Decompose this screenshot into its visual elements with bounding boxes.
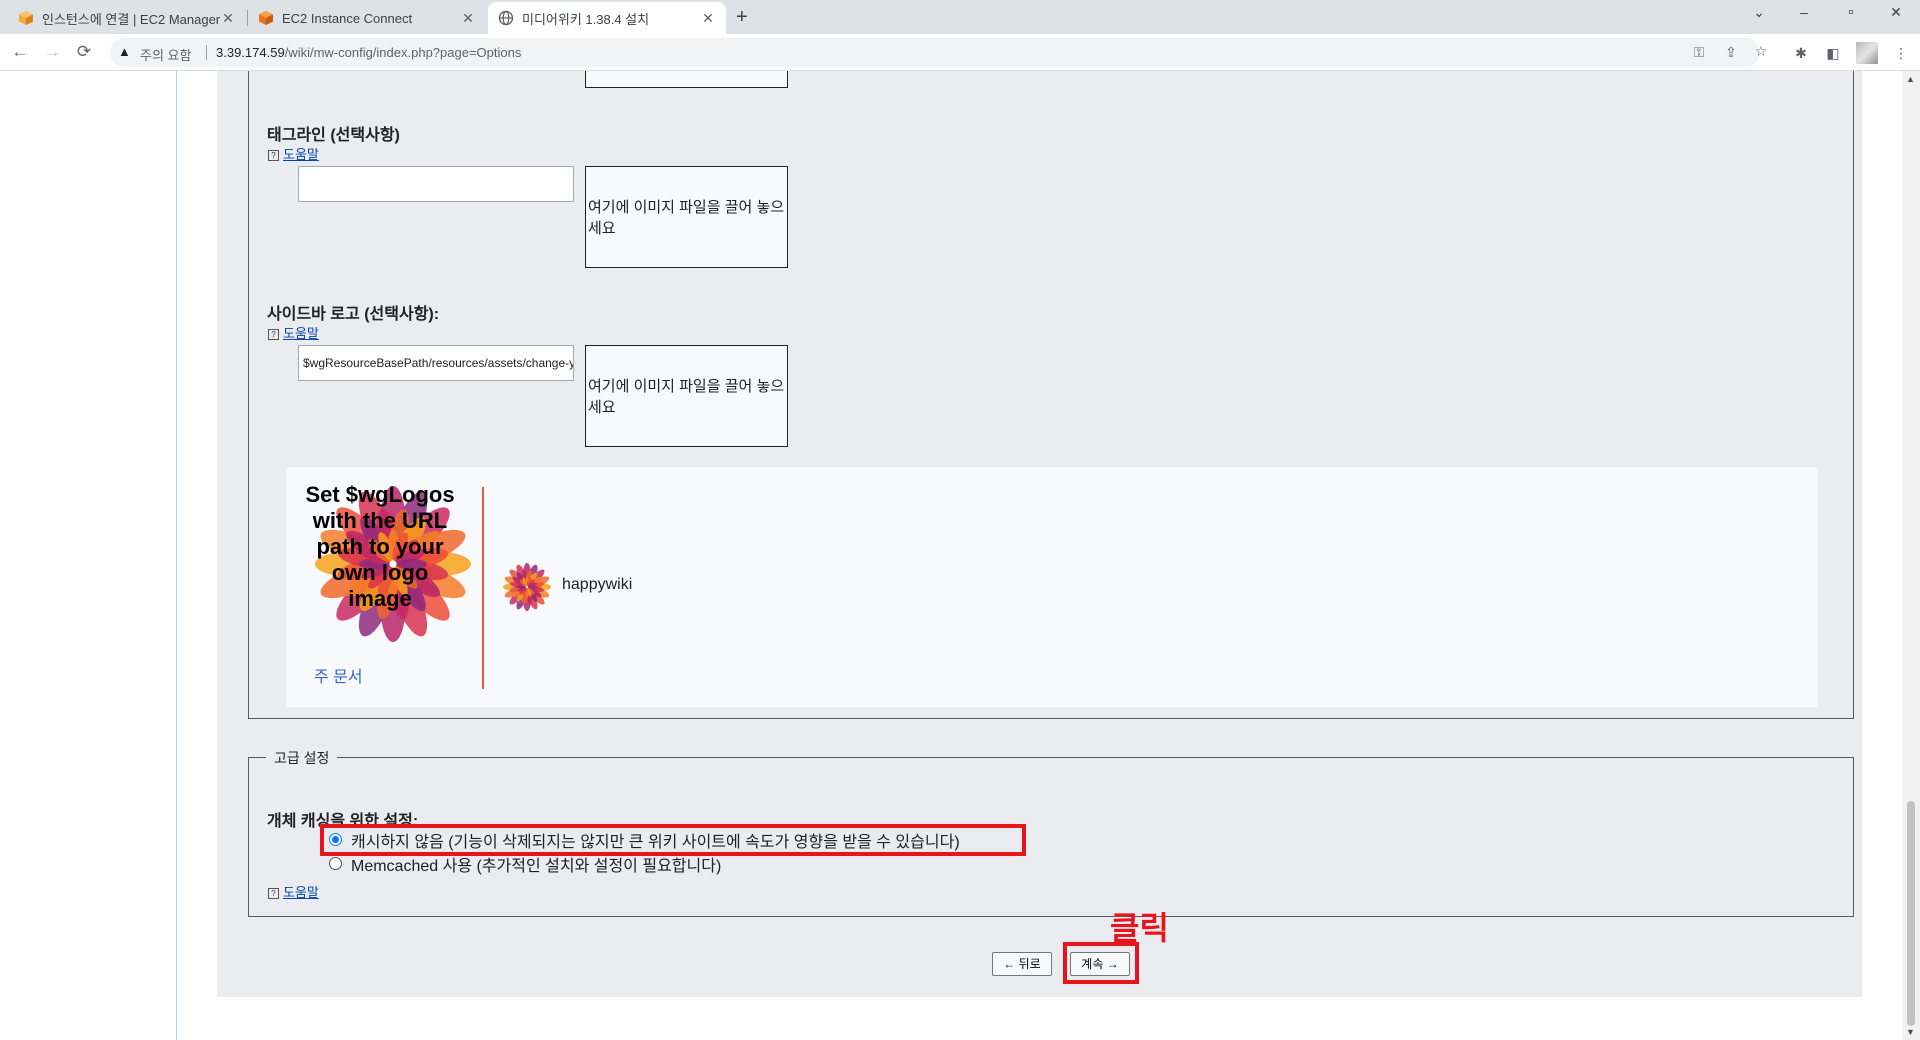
scrollbar-thumb[interactable] [1907,801,1915,1026]
tab-bar: 인스턴스에 연결 | EC2 Manager ✕ EC2 Instance Co… [0,0,1920,34]
page-scrollbar[interactable]: ▲ ▼ [1902,71,1920,1040]
browser-toolbar: ← → ⟳ ▲ 주의 요함 3.39.174.59/wiki/mw-config… [0,34,1920,71]
sidebar-logo-dropzone[interactable]: 여기에 이미지 파일을 끌어 놓으세요 [585,345,788,447]
close-icon[interactable]: ✕ [220,10,236,27]
menu-kebab-icon[interactable]: ⋮ [1890,42,1912,64]
main-page-link[interactable]: 주 문서 [314,663,363,687]
scroll-up-icon[interactable]: ▲ [1906,74,1915,84]
memcached-radio[interactable] [329,857,342,870]
tab-title: 미디어위키 1.38.4 설치 [522,11,650,27]
tagline-label: 태그라인 (선택사항) [267,127,400,144]
forward-button[interactable]: → [40,40,64,64]
wiki-name-preview: happywiki [562,576,633,593]
page-viewport: 태그라인 (선택사항) ? 도움말 여기에 이미지 파일을 끌어 놓으세요 사이드… [0,71,1902,1040]
url-text[interactable]: 3.39.174.59/wiki/mw-config/index.php?pag… [216,45,521,60]
dropzone-partial[interactable] [585,71,788,88]
help-text: 도움말 [283,326,319,341]
small-logo-image [502,562,552,612]
tab-title: EC2 Instance Connect [282,10,413,26]
tagline-dropzone[interactable]: 여기에 이미지 파일을 끌어 놓으세요 [585,166,788,268]
scroll-down-icon[interactable]: ▼ [1906,1027,1915,1037]
close-window-button[interactable]: ✕ [1874,4,1918,21]
warning-icon[interactable]: ▲ [118,44,131,59]
globe-icon [498,10,514,26]
url-host: 3.39.174.59 [216,45,285,60]
help-text: 도움말 [283,147,319,162]
tab-mediawiki-install[interactable]: 미디어위키 1.38.4 설치 ✕ [488,2,726,34]
address-bar[interactable]: ▲ 주의 요함 3.39.174.59/wiki/mw-config/index… [110,38,1767,67]
highlight-box [320,824,1026,856]
highlight-box [1063,942,1139,984]
close-icon[interactable]: ✕ [460,10,476,27]
key-icon[interactable]: ⚿ [1688,41,1710,63]
advanced-help-link[interactable]: ? 도움말 [268,882,319,901]
help-icon: ? [268,150,279,161]
back-button[interactable]: ← 뒤로 [992,952,1052,976]
help-text: 도움말 [283,885,319,900]
tab-title: 인스턴스에 연결 | EC2 Manager [42,11,220,27]
divider [206,45,207,60]
tagline-input[interactable] [298,166,574,202]
close-icon[interactable]: ✕ [700,10,716,27]
sidebar-logo-help-link[interactable]: ? 도움말 [268,323,319,342]
advanced-settings-legend: 고급 설정 [266,748,338,768]
preview-divider [482,487,484,689]
reload-button[interactable]: ⟳ [72,40,96,64]
extensions-icon[interactable]: ✱ [1790,42,1812,64]
back-button[interactable]: ← [8,40,32,64]
tab-ec2-manager[interactable]: 인스턴스에 연결 | EC2 Manager ✕ [8,2,246,34]
sidebar-logo-label: 사이드바 로고 (선택사항): [267,306,440,323]
maximize-button[interactable]: ▫ [1829,4,1873,22]
tab-search-button[interactable]: ⌄ [1737,4,1781,21]
aws-cube-icon [19,11,33,25]
bookmark-star-icon[interactable]: ☆ [1750,40,1772,62]
url-path: /wiki/mw-config/index.php?page=Options [284,45,522,60]
minimize-button[interactable]: – [1782,4,1826,20]
tab-ec2-instance-connect[interactable]: EC2 Instance Connect ✕ [248,2,486,34]
help-icon: ? [268,329,279,340]
share-icon[interactable]: ⇪ [1720,41,1742,63]
tagline-help-link[interactable]: ? 도움말 [268,144,319,163]
profile-avatar[interactable] [1856,42,1878,64]
help-icon: ? [268,888,279,899]
new-tab-button[interactable]: + [736,6,748,29]
logo-placeholder-text: Set $wgLogos with the URL path to your o… [305,482,455,611]
sidebar-logo-input[interactable]: $wgResourceBasePath/resources/assets/cha… [298,345,574,381]
aws-cube-icon [259,11,273,25]
security-label[interactable]: 주의 요함 [140,45,191,64]
side-panel-icon[interactable]: ◧ [1822,42,1844,64]
